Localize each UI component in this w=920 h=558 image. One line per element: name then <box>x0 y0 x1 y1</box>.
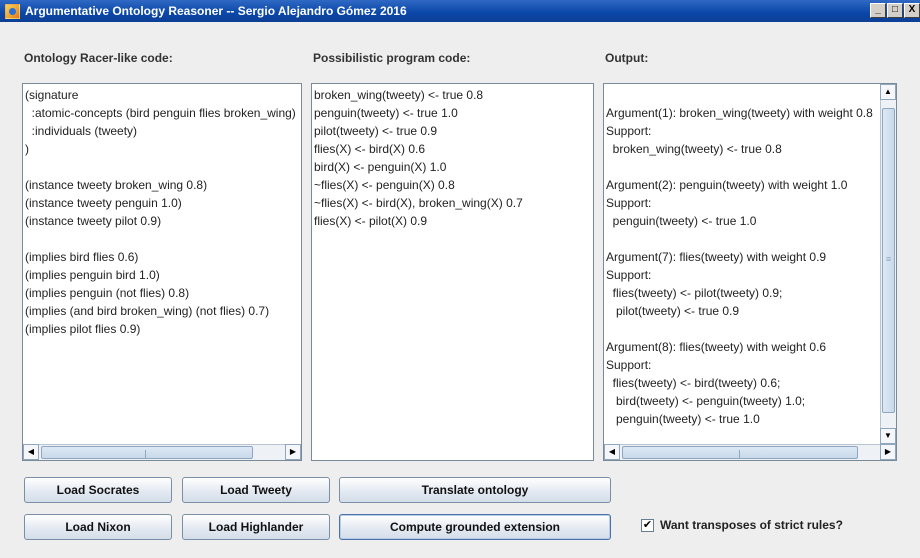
output-text: Argument(1): broken_wing(tweety) with we… <box>606 106 873 426</box>
close-button[interactable]: X <box>904 3 920 18</box>
program-text-area[interactable]: broken_wing(tweety) <- true 0.8 penguin(… <box>311 83 594 461</box>
window-controls: _ □ X <box>870 3 920 18</box>
compute-grounded-extension-button[interactable]: Compute grounded extension <box>339 514 611 540</box>
transposes-checkbox[interactable]: ✔ <box>641 518 654 532</box>
window-title: Argumentative Ontology Reasoner -- Sergi… <box>25 4 407 18</box>
output-hscroll-thumb[interactable] <box>622 446 858 459</box>
grip-icon <box>145 450 146 458</box>
load-socrates-button[interactable]: Load Socrates <box>24 477 172 503</box>
program-label: Possibilistic program code: <box>313 51 471 65</box>
ontology-text-area[interactable]: (signature :atomic-concepts (bird pengui… <box>22 83 302 461</box>
transposes-option[interactable]: ✔ Want transposes of strict rules? <box>641 518 843 532</box>
transposes-label: Want transposes of strict rules? <box>660 518 843 532</box>
scroll-left-icon[interactable]: ◀ <box>604 444 620 460</box>
scroll-right-icon[interactable]: ▶ <box>285 444 301 460</box>
title-bar[interactable]: Argumentative Ontology Reasoner -- Sergi… <box>0 0 920 22</box>
load-nixon-button[interactable]: Load Nixon <box>24 514 172 540</box>
output-horizontal-scrollbar[interactable]: ◀ ▶ <box>604 444 896 460</box>
ontology-scroll-thumb[interactable] <box>41 446 253 459</box>
scroll-down-icon[interactable]: ▼ <box>880 428 896 444</box>
maximize-button[interactable]: □ <box>887 3 903 18</box>
ontology-horizontal-scrollbar[interactable]: ◀ ▶ <box>23 444 301 460</box>
load-highlander-button[interactable]: Load Highlander <box>182 514 330 540</box>
output-vscroll-thumb[interactable]: ≡ <box>882 108 895 413</box>
output-vertical-scrollbar[interactable]: ▲ ≡ ▼ <box>880 84 896 444</box>
ontology-label: Ontology Racer-like code: <box>24 51 173 65</box>
minimize-button[interactable]: _ <box>870 3 886 18</box>
scroll-left-icon[interactable]: ◀ <box>23 444 39 460</box>
grip-icon: ≡ <box>885 254 892 264</box>
translate-ontology-button[interactable]: Translate ontology <box>339 477 611 503</box>
scroll-up-icon[interactable]: ▲ <box>880 84 896 100</box>
java-app-icon <box>5 3 20 19</box>
output-text-area[interactable]: Argument(1): broken_wing(tweety) with we… <box>603 83 897 461</box>
output-label: Output: <box>605 51 649 65</box>
ontology-code: (signature :atomic-concepts (bird pengui… <box>25 88 296 336</box>
load-tweety-button[interactable]: Load Tweety <box>182 477 330 503</box>
scroll-right-icon[interactable]: ▶ <box>880 444 896 460</box>
program-code: broken_wing(tweety) <- true 0.8 penguin(… <box>314 88 523 228</box>
grip-icon <box>739 450 740 458</box>
